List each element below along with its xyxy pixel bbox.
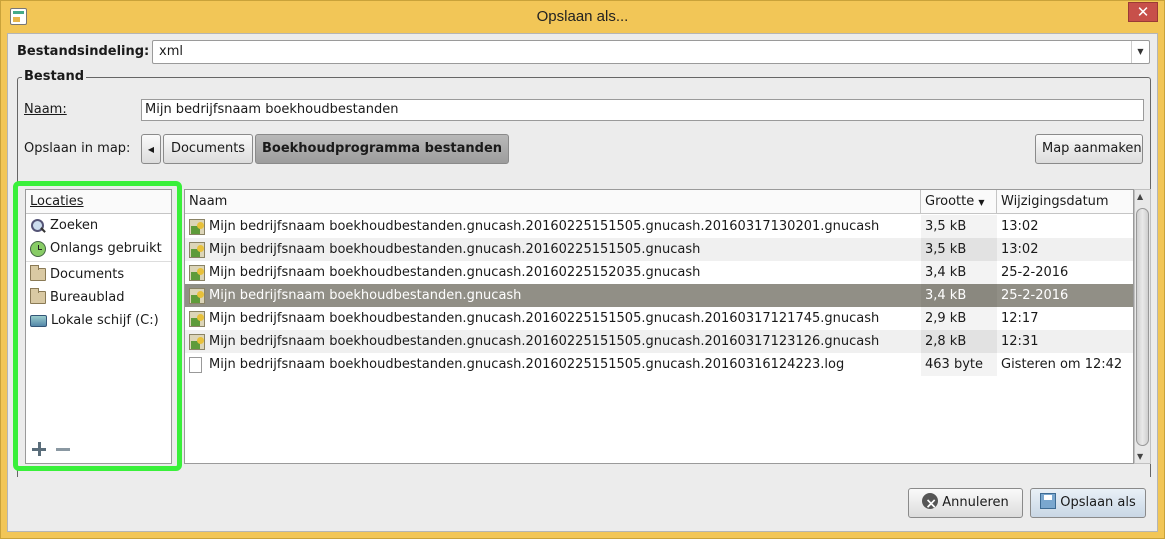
sidebar-item-local-drive[interactable]: Lokale schijf (C:) (26, 309, 171, 332)
sidebar-item-documents[interactable]: Documents (26, 263, 171, 286)
column-date[interactable]: Wijzigingsdatum (997, 190, 1133, 214)
file-name: Mijn bedrijfsnaam boekhoudbestanden.gnuc… (209, 219, 880, 234)
gnucash-file-icon (189, 333, 205, 350)
gnucash-file-icon (189, 218, 205, 235)
file-date: 25-2-2016 (1001, 288, 1069, 303)
create-folder-button[interactable]: Map aanmaken (1035, 134, 1143, 164)
file-size: 3,4 kB (921, 261, 997, 284)
file-name: Mijn bedrijfsnaam boekhoudbestanden.gnuc… (209, 334, 880, 349)
recent-icon (30, 240, 46, 257)
table-row-selected[interactable]: Mijn bedrijfsnaam boekhoudbestanden.gnuc… (185, 284, 1133, 307)
file-list: Naam Grootte ▼ Wijzigingsdatum Mijn bedr… (184, 189, 1134, 464)
scrollbar-thumb[interactable] (1136, 208, 1149, 446)
table-row[interactable]: Mijn bedrijfsnaam boekhoudbestanden.gnuc… (185, 330, 1133, 353)
table-row[interactable]: Mijn bedrijfsnaam boekhoudbestanden.gnuc… (185, 215, 1133, 238)
file-name: Mijn bedrijfsnaam boekhoudbestanden.gnuc… (209, 265, 701, 280)
sidebar-item-recent[interactable]: Onlangs gebruikt (26, 237, 171, 260)
format-select[interactable]: xml ▼ (152, 40, 1150, 64)
path-segment-current[interactable]: Boekhoudprogramma bestanden (255, 134, 509, 164)
add-bookmark-icon[interactable] (31, 441, 47, 457)
gnucash-file-icon (189, 287, 205, 304)
file-date: 12:17 (1001, 311, 1039, 326)
file-size: 463 byte (921, 353, 997, 376)
column-size[interactable]: Grootte ▼ (921, 190, 997, 214)
sidebar-separator (26, 261, 171, 262)
file-date: 13:02 (1001, 242, 1039, 257)
format-label: Bestandsindeling: (17, 44, 150, 59)
save-in-label: Opslaan in map: (24, 141, 131, 156)
drive-icon (30, 314, 47, 327)
sort-down-icon: ▼ (978, 198, 985, 207)
close-icon: ✕ (1136, 3, 1150, 21)
save-icon (1040, 493, 1057, 509)
name-label: Naam: (24, 102, 67, 117)
folder-icon (30, 265, 46, 281)
file-date: Gisteren om 12:42 (1001, 357, 1123, 372)
save-button[interactable]: Opslaan als (1030, 488, 1146, 518)
file-size: 2,9 kB (921, 307, 997, 330)
file-list-scrollbar[interactable]: ▲ ▼ (1134, 189, 1151, 464)
sidebar-header[interactable]: Locaties (26, 190, 171, 214)
chevron-down-icon[interactable]: ▼ (1131, 41, 1149, 63)
sidebar-item-label: Documents (50, 267, 125, 282)
remove-bookmark-icon[interactable] (55, 441, 71, 457)
file-name: Mijn bedrijfsnaam boekhoudbestanden.gnuc… (209, 357, 845, 372)
file-name: Mijn bedrijfsnaam boekhoudbestanden.gnuc… (209, 288, 522, 303)
table-row[interactable]: Mijn bedrijfsnaam boekhoudbestanden.gnuc… (185, 353, 1133, 376)
cancel-button[interactable]: Annuleren (908, 488, 1023, 518)
file-date: 25-2-2016 (1001, 265, 1069, 280)
file-size: 2,8 kB (921, 330, 997, 353)
name-label-text: Naam: (24, 102, 67, 117)
gnucash-file-icon (189, 264, 205, 281)
column-name[interactable]: Naam (185, 190, 921, 214)
title-bar[interactable]: Opslaan als... ✕ (1, 1, 1164, 33)
search-icon (30, 218, 46, 234)
window-title: Opslaan als... (536, 8, 629, 25)
scroll-down-icon[interactable]: ▼ (1137, 452, 1143, 461)
cancel-button-label: Annuleren (942, 495, 1009, 510)
scroll-up-icon[interactable]: ▲ (1137, 192, 1143, 201)
cancel-icon (922, 490, 939, 518)
file-name: Mijn bedrijfsnaam boekhoudbestanden.gnuc… (209, 311, 880, 326)
table-row[interactable]: Mijn bedrijfsnaam boekhoudbestanden.gnuc… (185, 261, 1133, 284)
sidebar-item-label: Lokale schijf (C:) (51, 313, 159, 328)
file-size: 3,4 kB (921, 284, 997, 307)
sidebar-item-search[interactable]: Zoeken (26, 214, 171, 237)
file-date: 13:02 (1001, 219, 1039, 234)
format-value: xml (159, 44, 183, 59)
text-file-icon (189, 356, 202, 373)
bestand-frame-title: Bestand (22, 69, 87, 84)
filename-input[interactable]: Mijn bedrijfsnaam boekhoudbestanden (141, 99, 1144, 121)
gnucash-file-icon (189, 241, 205, 258)
close-button[interactable]: ✕ (1128, 2, 1158, 22)
file-list-header: Naam Grootte ▼ Wijzigingsdatum (185, 190, 1133, 214)
table-row[interactable]: Mijn bedrijfsnaam boekhoudbestanden.gnuc… (185, 307, 1133, 330)
table-row[interactable]: Mijn bedrijfsnaam boekhoudbestanden.gnuc… (185, 238, 1133, 261)
save-button-label: Opslaan als (1060, 495, 1136, 510)
sidebar-item-label: Zoeken (50, 218, 99, 233)
sidebar-item-label: Onlangs gebruikt (50, 241, 162, 256)
folder-icon (30, 288, 46, 304)
dialog-body: Bestandsindeling: xml ▼ Bestand Naam: Mi… (7, 33, 1158, 532)
chevron-left-icon: ◀ (147, 145, 155, 154)
file-size: 3,5 kB (921, 215, 997, 238)
file-date: 12:31 (1001, 334, 1039, 349)
save-as-dialog: Opslaan als... ✕ Bestandsindeling: xml ▼… (0, 0, 1165, 539)
path-back-button[interactable]: ◀ (141, 134, 161, 164)
sidebar-actions (25, 434, 172, 464)
sidebar-item-label: Bureaublad (50, 290, 125, 305)
sidebar-item-desktop[interactable]: Bureaublad (26, 286, 171, 309)
locations-sidebar: Locaties Zoeken Onlangs gebruikt Documen… (25, 189, 172, 464)
file-size: 3,5 kB (921, 238, 997, 261)
gnucash-file-icon (189, 310, 205, 327)
sidebar-header-label: Locaties (30, 194, 84, 209)
file-name: Mijn bedrijfsnaam boekhoudbestanden.gnuc… (209, 242, 701, 257)
column-size-label: Grootte (925, 194, 975, 209)
path-segment-documents[interactable]: Documents (163, 134, 253, 164)
